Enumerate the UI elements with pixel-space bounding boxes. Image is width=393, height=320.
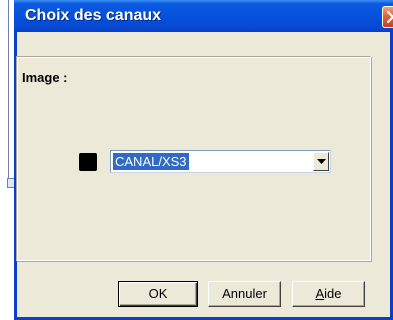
background-window-border [8, 0, 9, 186]
ok-button-label: OK [148, 286, 168, 301]
cancel-button[interactable]: Annuler [208, 281, 281, 307]
channel-color-swatch [79, 153, 97, 171]
help-button[interactable]: Aide [292, 281, 365, 307]
ok-button[interactable]: OK [118, 281, 198, 307]
channel-select-dropdown-button[interactable] [313, 152, 329, 171]
title-bar[interactable]: Choix des canaux [14, 0, 393, 32]
close-button[interactable] [382, 6, 393, 28]
background-window-edge [0, 0, 14, 320]
window-title: Choix des canaux [25, 7, 162, 24]
channel-select[interactable]: CANAL/XS3 [110, 150, 331, 173]
help-button-label: ide [324, 286, 342, 301]
background-window-fragment [7, 178, 14, 188]
help-button-mnemonic: A [315, 286, 325, 301]
cancel-button-label: Annuler [222, 286, 267, 301]
image-section-label: Image : [22, 70, 68, 85]
channel-select-value: CANAL/XS3 [113, 153, 189, 170]
